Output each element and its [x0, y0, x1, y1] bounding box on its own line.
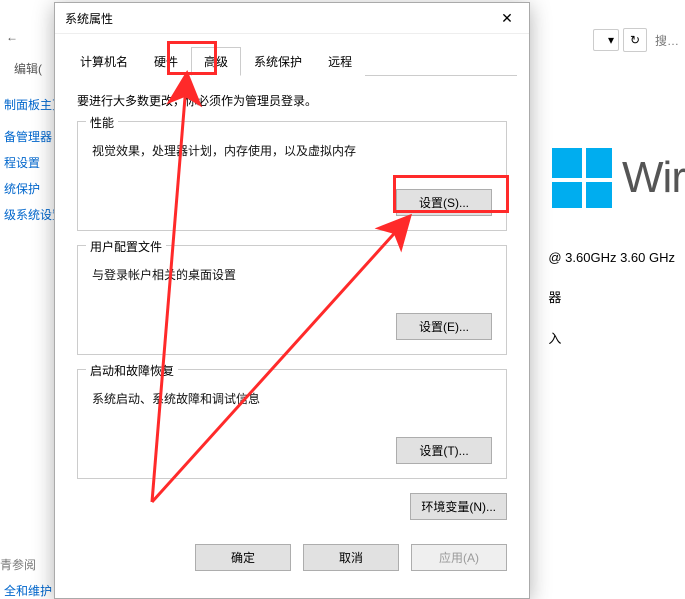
cpu-info: @ 3.60GHz 3.60 GHz — [548, 250, 675, 265]
system-properties-dialog: 系统属性 ✕ 计算机名硬件高级系统保护远程 要进行大多数更改，你必须作为管理员登… — [54, 2, 530, 599]
see-also-label: 青参阅 — [0, 558, 36, 572]
tab-1[interactable]: 硬件 — [141, 47, 191, 76]
group-startup-recovery-legend: 启动和故障恢复 — [86, 362, 178, 379]
tab-4[interactable]: 远程 — [315, 47, 365, 76]
ok-button[interactable]: 确定 — [195, 544, 291, 571]
link-system-protection[interactable]: 统保护 — [0, 180, 44, 197]
group-startup-recovery: 启动和故障恢复 系统启动、系统故障和调试信息 设置(T)... — [77, 369, 507, 479]
link-security-maintenance[interactable]: 全和维护 — [0, 582, 56, 599]
label-pen: 入 — [548, 328, 675, 347]
link-remote-settings[interactable]: 程设置 — [0, 154, 44, 171]
windows-logo-icon — [552, 148, 612, 208]
apply-button[interactable]: 应用(A) — [411, 544, 507, 571]
dialog-title: 系统属性 — [55, 10, 113, 27]
menu-edit[interactable]: 编辑( — [14, 62, 42, 76]
group-performance-desc: 视觉效果，处理器计划，内存使用，以及虚拟内存 — [92, 142, 492, 159]
windows-logo-block: Wir — [552, 148, 685, 208]
group-user-profiles-legend: 用户配置文件 — [86, 238, 166, 255]
startup-recovery-settings-button[interactable]: 设置(T)... — [396, 437, 492, 464]
address-dropdown[interactable]: ▾ — [593, 29, 619, 51]
tab-0[interactable]: 计算机名 — [67, 47, 141, 76]
cancel-button[interactable]: 取消 — [303, 544, 399, 571]
group-startup-recovery-desc: 系统启动、系统故障和调试信息 — [92, 390, 492, 407]
refresh-icon: ↻ — [630, 33, 640, 47]
tab-2[interactable]: 高级 — [191, 47, 241, 76]
user-profiles-settings-button[interactable]: 设置(E)... — [396, 313, 492, 340]
link-device-manager[interactable]: 备管理器 — [0, 128, 56, 145]
windows-text: Wir — [622, 153, 685, 203]
close-icon: ✕ — [501, 10, 513, 27]
group-user-profiles-desc: 与登录帐户相关的桌面设置 — [92, 266, 492, 283]
search-box[interactable]: 搜… — [655, 32, 679, 49]
label-device: 器 — [548, 287, 675, 306]
nav-back-icon[interactable]: ← — [6, 30, 18, 44]
group-user-profiles: 用户配置文件 与登录帐户相关的桌面设置 设置(E)... — [77, 245, 507, 355]
environment-variables-button[interactable]: 环境变量(N)... — [410, 493, 507, 520]
close-button[interactable]: ✕ — [485, 3, 529, 33]
performance-settings-button[interactable]: 设置(S)... — [396, 189, 492, 216]
group-performance-legend: 性能 — [86, 114, 118, 131]
refresh-button[interactable]: ↻ — [623, 28, 647, 52]
chevron-down-icon: ▾ — [608, 33, 614, 47]
tabs: 计算机名硬件高级系统保护远程 — [67, 46, 517, 76]
titlebar[interactable]: 系统属性 ✕ — [55, 3, 529, 34]
group-performance: 性能 视觉效果，处理器计划，内存使用，以及虚拟内存 设置(S)... — [77, 121, 507, 231]
tab-3[interactable]: 系统保护 — [241, 47, 315, 76]
intro-text: 要进行大多数更改，你必须作为管理员登录。 — [77, 92, 507, 109]
